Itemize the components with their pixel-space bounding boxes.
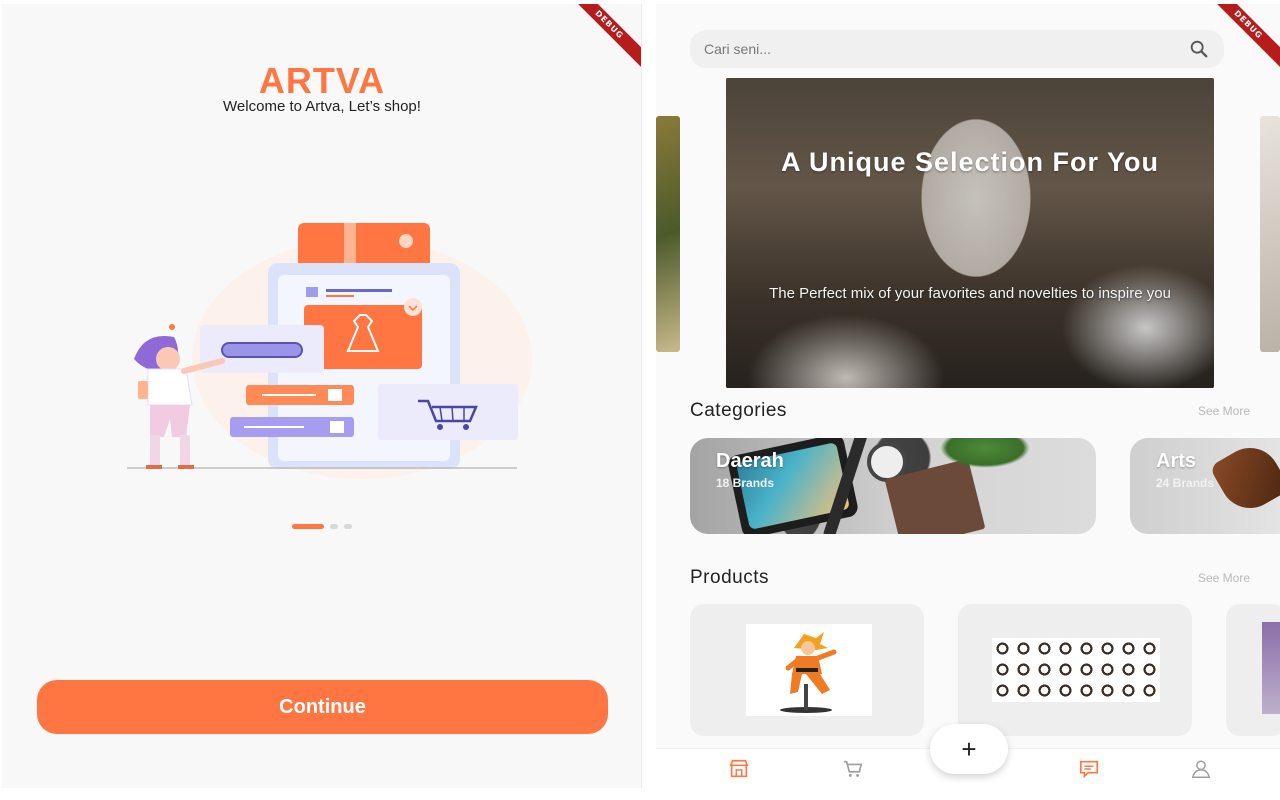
search-icon[interactable] <box>1188 38 1210 60</box>
banner-title: A Unique Selection For You <box>780 147 1160 177</box>
welcome-tagline: Welcome to Artva, Let’s shop! <box>223 98 421 115</box>
category-name: Arts <box>1156 450 1197 472</box>
chat-icon <box>1079 760 1099 779</box>
categories-title: Categories <box>690 400 787 421</box>
onboarding-screen: DEBUG ARTVA Welcome to Artva, Let’s shop… <box>2 4 642 788</box>
search-bar[interactable] <box>690 30 1224 68</box>
page-dot-2[interactable] <box>330 524 338 529</box>
products-see-more[interactable]: See More <box>1198 571 1250 585</box>
banner-prev-slide[interactable] <box>656 116 680 352</box>
category-count: 24 Brands <box>1156 476 1215 490</box>
shop-icon <box>729 759 749 778</box>
nav-chat[interactable] <box>1074 757 1104 781</box>
category-card-daerah[interactable]: Daerah 18 Brands <box>690 438 1096 534</box>
product-image-partial <box>1262 622 1280 714</box>
categories-see-more[interactable]: See More <box>1198 404 1250 418</box>
category-card-arts[interactable]: Arts 24 Brands <box>1130 438 1280 534</box>
page-indicator <box>2 524 641 529</box>
user-icon <box>1191 760 1211 778</box>
add-button[interactable]: + <box>930 724 1008 774</box>
product-card-figure[interactable] <box>690 604 924 736</box>
search-input[interactable] <box>704 41 1188 57</box>
product-card-partial[interactable] <box>1226 604 1280 736</box>
nav-cart[interactable] <box>838 757 868 781</box>
products-title: Products <box>690 567 769 588</box>
banner-next-slide[interactable] <box>1260 116 1280 352</box>
page-dot-1[interactable] <box>292 524 324 529</box>
shopping-illustration <box>127 223 532 479</box>
brand-title: ARTVA <box>258 60 386 101</box>
banner-subtitle: The Perfect mix of your favorites and no… <box>769 285 1171 302</box>
category-name: Daerah <box>716 450 784 472</box>
product-image-batik <box>992 638 1160 702</box>
nav-shop[interactable] <box>724 757 754 781</box>
cart-card <box>378 384 518 440</box>
product-image-figure <box>746 624 872 716</box>
home-screen: DEBUG A Unique Selection For You The Per… <box>656 4 1280 788</box>
product-card-batik[interactable] <box>958 604 1192 736</box>
promo-banner[interactable]: A Unique Selection For You The Perfect m… <box>726 78 1214 388</box>
category-count: 18 Brands <box>716 476 775 490</box>
continue-button[interactable]: Continue <box>37 680 608 734</box>
page-dot-3[interactable] <box>344 524 352 529</box>
nav-profile[interactable] <box>1186 757 1216 781</box>
cart-icon <box>843 760 863 777</box>
screenshot-stage: DEBUG ARTVA Welcome to Artva, Let’s shop… <box>0 0 1280 800</box>
